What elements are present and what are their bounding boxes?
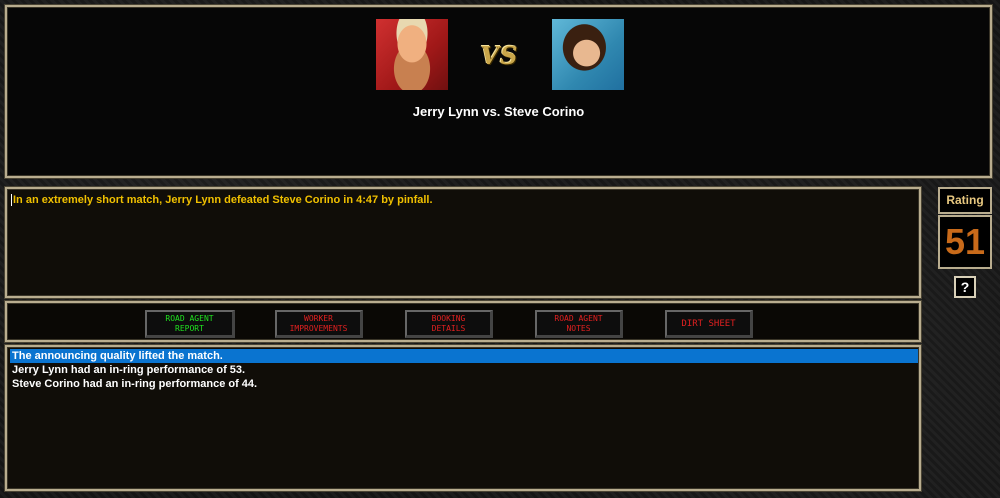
list-item[interactable]: Jerry Lynn had an in-ring performance of… xyxy=(10,363,918,377)
wrestler-photo-right xyxy=(552,19,624,90)
list-item[interactable]: Steve Corino had an in-ring performance … xyxy=(10,377,918,391)
match-header-panel: VS Jerry Lynn vs. Steve Corino xyxy=(5,5,992,178)
match-title: Jerry Lynn vs. Steve Corino xyxy=(412,104,585,119)
wrestler-photo-left xyxy=(376,19,448,90)
booking-details-button[interactable]: BOOKING DETAILS xyxy=(405,310,493,338)
button-bar: ROAD AGENT REPORT WORKER IMPROVEMENTS BO… xyxy=(5,301,921,342)
rating-value: 51 xyxy=(938,215,992,269)
result-text: In an extremely short match, Jerry Lynn … xyxy=(11,194,913,206)
rating-label: Rating xyxy=(938,187,992,214)
notes-list[interactable]: The announcing quality lifted the match.… xyxy=(5,345,921,491)
road-agent-report-button[interactable]: ROAD AGENT REPORT xyxy=(145,310,235,338)
result-text-area[interactable]: In an extremely short match, Jerry Lynn … xyxy=(5,187,921,298)
help-button[interactable]: ? xyxy=(954,276,976,298)
dirt-sheet-button[interactable]: DIRT SHEET xyxy=(665,310,753,338)
list-item[interactable]: The announcing quality lifted the match. xyxy=(10,349,918,363)
worker-improvements-button[interactable]: WORKER IMPROVEMENTS xyxy=(275,310,363,338)
vs-logo: VS xyxy=(480,41,519,70)
road-agent-notes-button[interactable]: ROAD AGENT NOTES xyxy=(535,310,623,338)
